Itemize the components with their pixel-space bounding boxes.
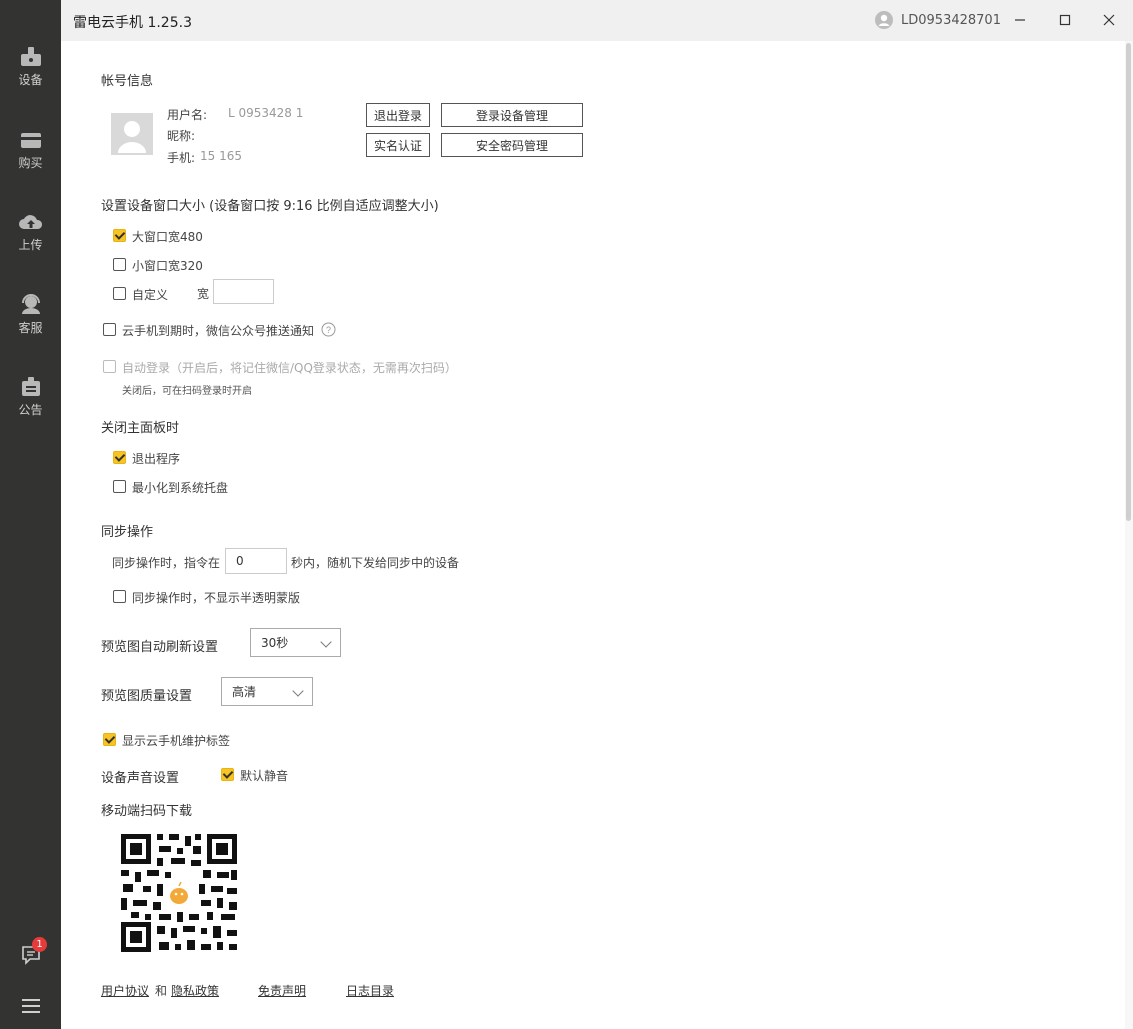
disclaimer-link[interactable]: 免责声明 (258, 982, 306, 999)
user-agreement-link[interactable]: 用户协议 (101, 982, 149, 999)
hamburger-icon (21, 999, 40, 1013)
preview-refresh-label: 预览图自动刷新设置 (101, 640, 219, 655)
preview-quality-value: 高清 (232, 685, 257, 699)
show-maintenance-label: 显示云手机维护标签 (122, 734, 231, 748)
sync-seconds-input[interactable]: 0 (225, 548, 287, 574)
auto-login-checkbox[interactable] (103, 360, 116, 373)
device-management-button[interactable]: 登录设备管理 (441, 103, 583, 127)
username-value: L 0953428 1 (228, 106, 304, 120)
nav-item-service[interactable]: 客服 (0, 293, 61, 363)
minimize-icon (1015, 19, 1025, 21)
password-management-button[interactable]: 安全密码管理 (441, 133, 583, 157)
maximize-icon (1059, 14, 1071, 26)
no-mask-checkbox[interactable] (113, 590, 126, 603)
nav-label: 上传 (18, 238, 43, 252)
device-icon (20, 47, 41, 66)
small-window-label: 小窗口宽320 (132, 259, 203, 273)
default-mute-label: 默认静音 (240, 769, 289, 783)
qr-code-icon (113, 826, 244, 959)
bulletin-icon (21, 377, 40, 396)
message-button[interactable]: 1 (0, 937, 61, 965)
small-window-checkbox[interactable] (113, 258, 126, 271)
default-avatar-icon (118, 121, 146, 153)
auto-login-hint: 关闭后，可在扫码登录时开启 (122, 386, 252, 397)
nav-item-device[interactable]: 设备 (0, 45, 61, 115)
nav-item-buy[interactable]: 购买 (0, 130, 61, 200)
sound-settings-label: 设备声音设置 (101, 771, 180, 786)
nav-label: 客服 (18, 321, 43, 335)
minimize-tray-label: 最小化到系统托盘 (132, 481, 229, 495)
auto-login-label: 自动登录（开启后，将记住微信/QQ登录状态，无需再次扫码） (122, 361, 457, 375)
custom-window-checkbox[interactable] (113, 287, 126, 300)
avatar (111, 113, 153, 155)
mobile-download-label: 移动端扫码下载 (101, 804, 193, 819)
minimize-tray-checkbox[interactable] (113, 480, 126, 493)
maximize-button[interactable] (1053, 8, 1077, 32)
nav-label: 购买 (18, 156, 43, 170)
user-avatar-icon (875, 11, 893, 29)
sync-line-prefix: 同步操作时，指令在 (112, 556, 221, 570)
username-label: 用户名: (167, 108, 208, 122)
exit-program-checkbox[interactable] (113, 451, 126, 464)
qr-code (113, 826, 244, 959)
user-id: LD0953428701 (901, 12, 1001, 28)
card-icon (20, 133, 41, 148)
notification-badge: 1 (32, 937, 47, 952)
preview-refresh-value: 30秒 (261, 636, 289, 650)
chevron-down-icon (320, 636, 332, 648)
user-chip[interactable]: LD0953428701 (875, 11, 1001, 29)
section-title-window-size: 设置设备窗口大小 (设备窗口按 9:16 比例自适应调整大小) (101, 199, 439, 214)
custom-width-label: 宽 (197, 287, 210, 301)
nickname-label: 昵称: (167, 129, 196, 143)
headset-icon (21, 294, 40, 314)
preview-refresh-select[interactable]: 30秒 (250, 628, 341, 657)
menu-button[interactable] (0, 998, 61, 1014)
minimize-button[interactable] (1008, 8, 1032, 32)
sidebar: 设备 购买 上传 客服 公告 1 (0, 0, 61, 1029)
nav-item-notice[interactable]: 公告 (0, 375, 61, 445)
scrollbar[interactable] (1125, 41, 1133, 1029)
phone-label: 手机: (167, 151, 196, 165)
close-icon (1103, 14, 1115, 26)
section-title-account: 帐号信息 (101, 74, 154, 89)
logout-button[interactable]: 退出登录 (366, 103, 430, 127)
section-title-close-panel: 关闭主面板时 (101, 421, 180, 436)
nav-item-upload[interactable]: 上传 (0, 212, 61, 282)
chevron-down-icon (292, 685, 304, 697)
large-window-label: 大窗口宽480 (132, 230, 203, 244)
section-title-sync: 同步操作 (101, 525, 154, 540)
show-maintenance-checkbox[interactable] (103, 733, 116, 746)
custom-width-input[interactable] (213, 279, 274, 304)
title-bar: 雷电云手机 1.25.3 LD0953428701 (61, 0, 1133, 41)
phone-value: 15 165 (200, 149, 242, 163)
nav-label: 公告 (18, 403, 43, 417)
scroll-thumb[interactable] (1126, 43, 1131, 521)
exit-program-label: 退出程序 (132, 452, 181, 466)
svg-text:?: ? (326, 325, 331, 335)
app-title: 雷电云手机 1.25.3 (73, 15, 192, 31)
wechat-notify-label: 云手机到期时，微信公众号推送通知 (122, 324, 315, 338)
nav-label: 设备 (18, 73, 43, 87)
default-mute-checkbox[interactable] (221, 768, 234, 781)
cloud-upload-icon (18, 215, 42, 229)
custom-window-label: 自定义 (132, 288, 169, 302)
and-text: 和 (155, 984, 168, 998)
sync-line-suffix: 秒内，随机下发给同步中的设备 (291, 556, 460, 570)
privacy-policy-link[interactable]: 隐私政策 (171, 982, 219, 999)
no-mask-label: 同步操作时，不显示半透明蒙版 (132, 591, 301, 605)
preview-quality-select[interactable]: 高清 (221, 677, 313, 706)
preview-quality-label: 预览图质量设置 (101, 689, 193, 704)
wechat-notify-checkbox[interactable] (103, 323, 116, 336)
realname-auth-button[interactable]: 实名认证 (366, 133, 430, 157)
close-button[interactable] (1097, 8, 1121, 32)
large-window-checkbox[interactable] (113, 229, 126, 242)
help-icon[interactable]: ? (321, 322, 336, 337)
log-directory-link[interactable]: 日志目录 (346, 982, 394, 999)
